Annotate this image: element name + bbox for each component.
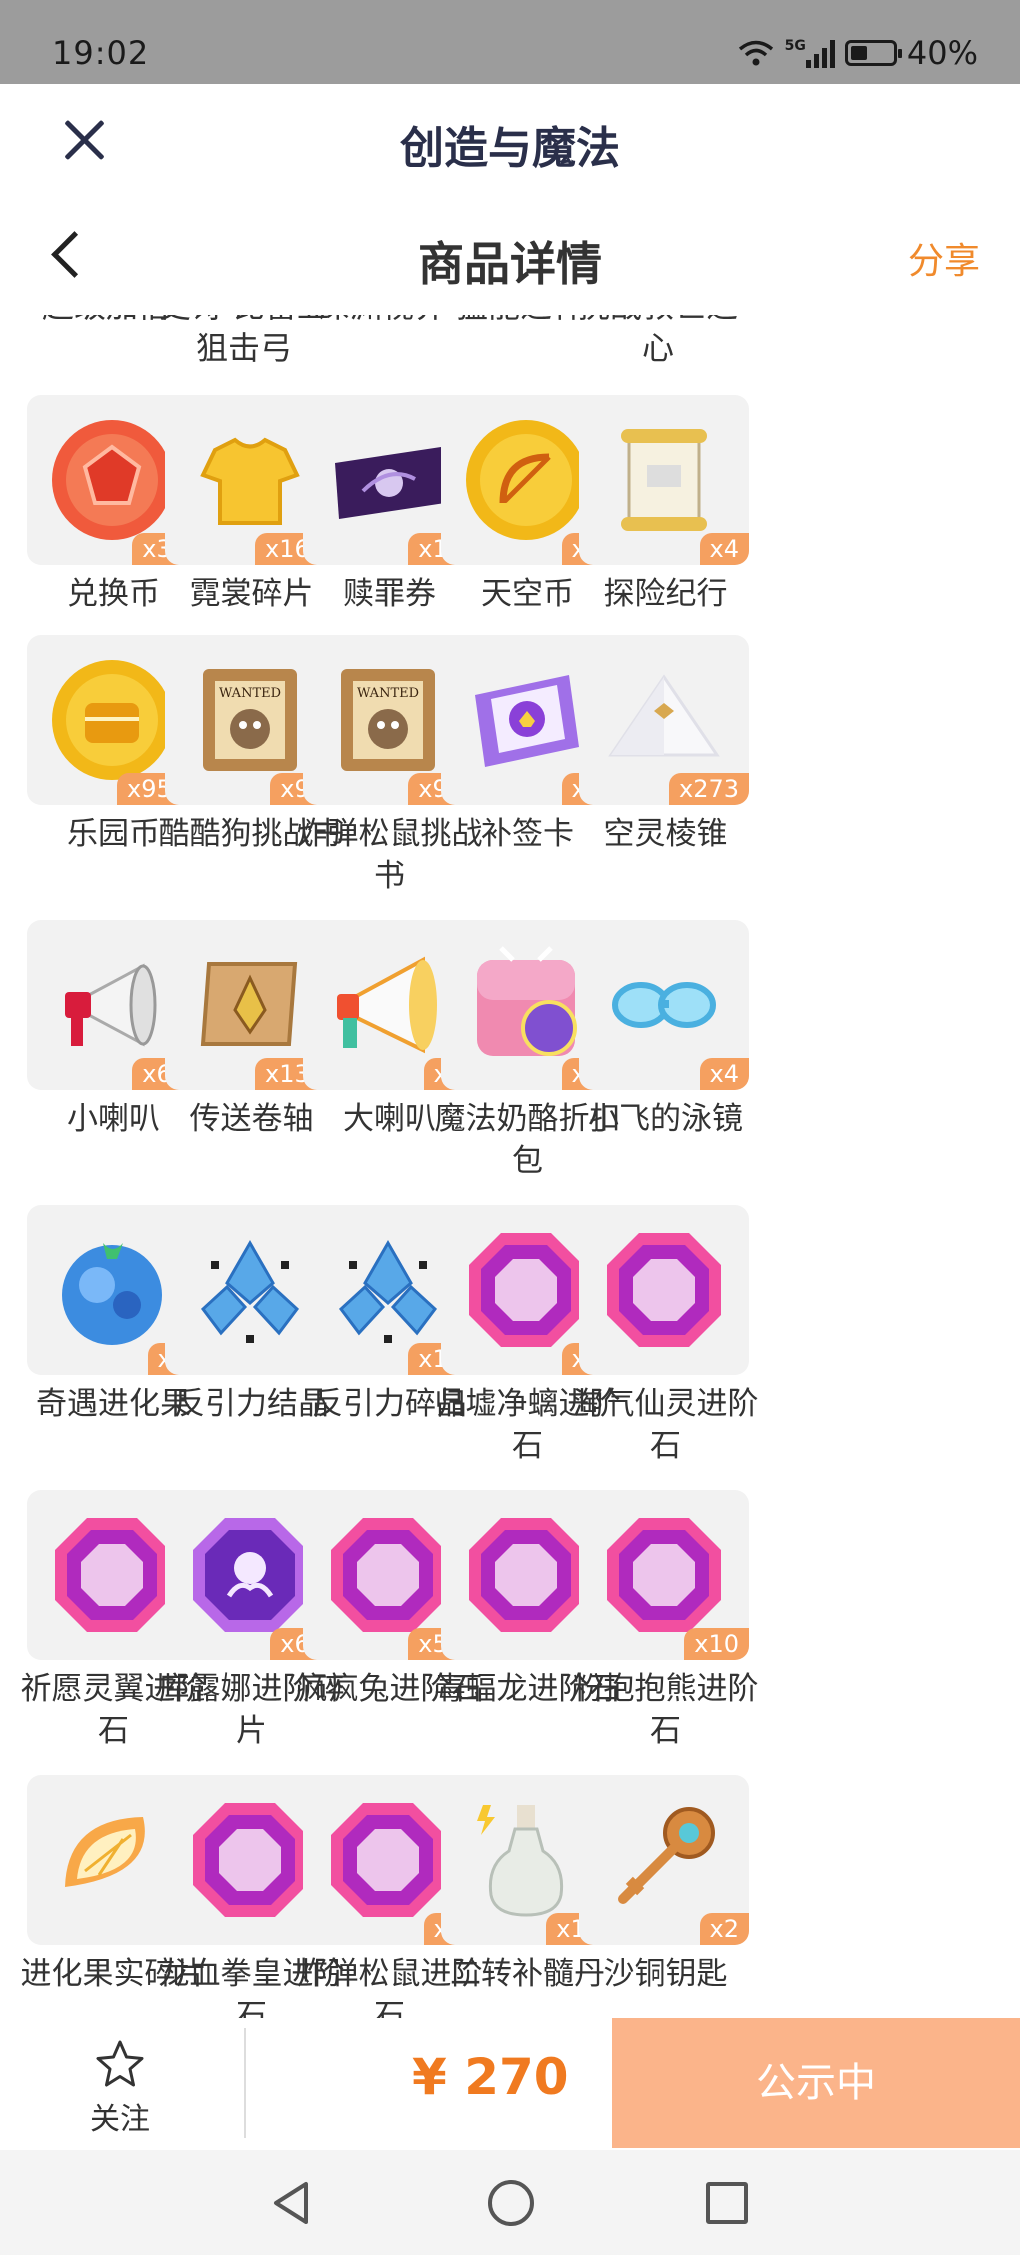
- page-title: 商品详情: [418, 237, 602, 291]
- share-button[interactable]: 分享: [908, 232, 980, 284]
- potion-bottle-icon: [477, 1805, 564, 1917]
- magenta-gem-icon: [469, 1518, 583, 1632]
- magenta-gem-icon: [55, 1518, 169, 1632]
- magenta-gem-icon: [193, 1803, 307, 1917]
- magenta-gem-icon: [331, 1518, 445, 1632]
- battery-icon: [844, 40, 902, 66]
- crystal-icon: [338, 1239, 438, 1343]
- item-thumbnail: [579, 1205, 749, 1375]
- gift-box-icon: [477, 946, 577, 1056]
- magenta-gem-icon: [607, 1518, 721, 1632]
- network-type: 5G: [784, 38, 806, 54]
- footer-bar: 关注 ¥ 270 公示中: [0, 2018, 1020, 2150]
- status-icons: 5G 40%: [737, 34, 978, 72]
- signal-icon: [805, 38, 835, 68]
- bronze-key-icon: [618, 1807, 715, 1904]
- wanted-poster-icon: WANTED: [203, 669, 297, 771]
- teleport-scroll-icon: [200, 962, 298, 1046]
- sign-card-icon: [475, 675, 579, 767]
- partial-item-label: 挑战救世之心: [578, 315, 738, 367]
- status-bar: 19:02 5G 40%: [0, 0, 1020, 84]
- quantity-badge: x10: [684, 1628, 749, 1660]
- battery-percent: 40%: [906, 34, 978, 72]
- item-thumbnail: x10: [579, 1490, 749, 1660]
- purple-ticket-icon: [335, 447, 445, 519]
- fruit-slice-icon: [65, 1817, 145, 1887]
- chest-coin-icon: [52, 660, 172, 780]
- magenta-gem-icon: [469, 1233, 583, 1347]
- nav-back-icon[interactable]: [270, 2180, 314, 2226]
- item-thumbnail: x2: [579, 1775, 749, 1945]
- item-thumbnail: x4: [579, 920, 749, 1090]
- svg-text:WANTED: WANTED: [219, 686, 281, 701]
- blue-fruit-icon: [62, 1243, 162, 1345]
- follow-button[interactable]: 关注: [60, 2038, 180, 2138]
- bow-coin-icon: [466, 420, 586, 540]
- follow-label: 关注: [90, 2102, 150, 2137]
- footer-divider: [244, 2028, 246, 2138]
- item-name: 探险纪行: [603, 576, 728, 612]
- status-time: 19:02: [52, 34, 150, 72]
- status-button[interactable]: 公示中: [612, 2018, 1020, 2148]
- small-megaphone-icon: [65, 963, 157, 1047]
- app-header: 创造与魔法: [0, 84, 1020, 190]
- item-name: 沙铜钥匙: [603, 1956, 728, 1992]
- purple-gem-icon: [193, 1518, 307, 1632]
- pyramid-icon: [608, 674, 720, 757]
- item-name: 淘气仙灵进阶石: [572, 1386, 759, 1464]
- big-megaphone-icon: [337, 956, 437, 1054]
- svg-text:WANTED: WANTED: [357, 686, 419, 701]
- goggles-icon: [612, 982, 716, 1028]
- nav-home-icon[interactable]: [488, 2180, 534, 2226]
- system-nav-bar: [0, 2150, 1020, 2255]
- star-icon: [96, 2040, 144, 2087]
- gold-shirt-icon: [200, 437, 300, 525]
- scroll-icon: [621, 429, 707, 531]
- magenta-gem-icon: [331, 1803, 445, 1917]
- quantity-badge: x273: [668, 773, 749, 805]
- quantity-badge: x2: [699, 1913, 749, 1945]
- item-name: 空灵棱锥: [603, 816, 728, 852]
- wanted-poster-icon: WANTED: [341, 669, 435, 771]
- quantity-badge: x4: [699, 533, 749, 565]
- item-thumbnail: x4: [579, 395, 749, 565]
- quantity-badge: x4: [699, 1058, 749, 1090]
- nav-bar: 商品详情 分享: [0, 190, 1020, 315]
- item-thumbnail: x273: [579, 635, 749, 805]
- nav-recent-icon[interactable]: [706, 2182, 748, 2224]
- crystal-icon: [200, 1239, 300, 1343]
- app-title: 创造与魔法: [400, 123, 620, 174]
- item-list[interactable]: 超级加倍史诗·比雷亚狙击弓深渊视界猛能之杯挑战救世之心x32兑换币x161霓裳碎…: [0, 315, 1020, 2018]
- item-name: 粉抱抱熊进阶石: [572, 1671, 759, 1749]
- price: ¥ 270: [412, 2048, 569, 2106]
- item-name: 小飞的泳镜: [588, 1101, 743, 1137]
- red-gem-coin-icon: [52, 420, 172, 540]
- wifi-icon: [738, 40, 773, 66]
- magenta-gem-icon: [607, 1233, 721, 1347]
